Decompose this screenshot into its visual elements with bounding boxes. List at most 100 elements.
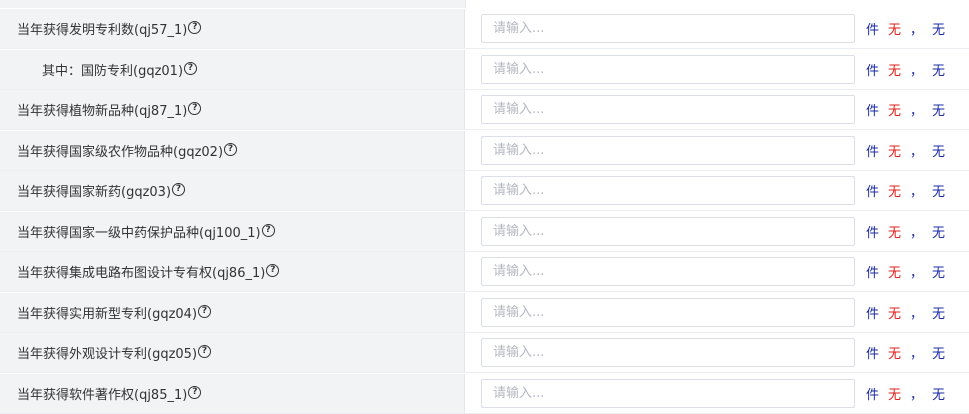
value-input[interactable]: [481, 378, 855, 408]
previous-year-status: 无: [888, 23, 902, 38]
value-input[interactable]: [481, 176, 855, 205]
row-input-cell: 件无，无: [465, 171, 969, 210]
previous-row-stub: [0, 0, 969, 8]
help-question-icon[interactable]: ?: [261, 223, 275, 237]
previous-year-status: 无: [888, 185, 902, 200]
unit-label: 件: [866, 185, 880, 200]
row-label: 其中：国防专利(gqz01): [42, 63, 184, 79]
status-separator: ，: [910, 185, 924, 200]
comparison-status: 无: [932, 347, 946, 362]
value-input[interactable]: [481, 54, 855, 84]
help-question-icon[interactable]: ?: [198, 304, 212, 318]
form-row: 当年获得国家一级中药保护品种(qj100_1)?件无，无: [0, 211, 969, 252]
status-separator: ，: [910, 63, 924, 79]
status-separator: ，: [910, 23, 924, 38]
status-separator: ，: [910, 225, 924, 241]
previous-year-status: 无: [888, 306, 902, 322]
unit-label: 件: [866, 104, 880, 119]
row-label: 当年获得植物新品种(qj87_1): [17, 104, 188, 119]
previous-year-status: 无: [888, 387, 902, 403]
comparison-status: 无: [932, 104, 946, 119]
status-separator: ，: [910, 104, 924, 119]
row-input-cell: 件无，无: [465, 9, 969, 48]
unit-label: 件: [866, 225, 880, 241]
row-label-cell: 当年获得国家一级中药保护品种(qj100_1)?: [0, 211, 465, 251]
row-input-cell: 件无，无: [465, 211, 969, 251]
unit-status-group: 件无，无: [866, 262, 945, 281]
previous-year-status: 无: [888, 225, 902, 241]
form-row: 当年获得发明专利数(qj57_1)?件无，无: [0, 9, 969, 49]
previous-year-status: 无: [888, 266, 902, 281]
unit-label: 件: [866, 347, 880, 362]
row-label-cell: 当年获得国家新药(gqz03)?: [0, 171, 465, 210]
help-question-icon[interactable]: ?: [188, 385, 202, 399]
row-label-cell: 当年获得集成电路布图设计专有权(qj86_1)?: [0, 252, 465, 291]
row-label-cell: 当年获得发明专利数(qj57_1)?: [0, 9, 465, 48]
row-input-cell: 件无，无: [465, 130, 969, 170]
row-label: 当年获得国家级农作物品种(gqz02): [17, 144, 224, 160]
form-row: 当年获得外观设计专利(gqz05)?件无，无: [0, 333, 969, 373]
previous-row-label-cell: [0, 0, 465, 8]
row-label: 当年获得国家一级中药保护品种(qj100_1): [17, 225, 261, 241]
previous-year-status: 无: [888, 104, 902, 119]
form-row: 当年获得国家新药(gqz03)?件无，无: [0, 171, 969, 211]
status-separator: ，: [910, 387, 924, 403]
row-label-cell: 当年获得实用新型专利(gqz04)?: [0, 292, 465, 332]
row-input-cell: 件无，无: [465, 90, 969, 129]
value-input[interactable]: [481, 95, 855, 124]
help-question-icon[interactable]: ?: [224, 142, 238, 156]
unit-label: 件: [866, 306, 880, 322]
form-row: 其中：国防专利(gqz01)?件无，无: [0, 49, 969, 90]
value-input[interactable]: [481, 14, 855, 43]
unit-status-group: 件无，无: [866, 222, 945, 241]
row-input-cell: 件无，无: [465, 333, 969, 372]
unit-status-group: 件无，无: [866, 100, 945, 119]
form-row: 当年获得国家级农作物品种(gqz02)?件无，无: [0, 130, 969, 171]
previous-row-input-cell: [465, 0, 969, 8]
unit-status-group: 件无，无: [866, 343, 945, 362]
row-label-cell: 其中：国防专利(gqz01)?: [0, 49, 465, 89]
comparison-status: 无: [932, 185, 946, 200]
unit-status-group: 件无，无: [866, 181, 945, 200]
status-separator: ，: [910, 306, 924, 322]
value-input[interactable]: [481, 297, 855, 327]
help-question-icon[interactable]: ?: [188, 21, 202, 34]
value-input[interactable]: [481, 135, 855, 165]
comparison-status: 无: [932, 387, 946, 403]
row-label: 当年获得软件著作权(qj85_1): [17, 387, 188, 403]
comparison-status: 无: [932, 225, 946, 241]
help-question-icon[interactable]: ?: [184, 61, 198, 75]
form-row: 当年获得植物新品种(qj87_1)?件无，无: [0, 90, 969, 130]
unit-status-group: 件无，无: [866, 141, 945, 160]
comparison-status: 无: [932, 266, 946, 281]
unit-status-group: 件无，无: [866, 303, 945, 322]
status-separator: ，: [910, 144, 924, 160]
row-label-cell: 当年获得外观设计专利(gqz05)?: [0, 333, 465, 372]
indicator-form-table: 当年获得发明专利数(qj57_1)?件无，无其中：国防专利(gqz01)?件无，…: [0, 0, 969, 414]
help-question-icon[interactable]: ?: [198, 345, 212, 358]
value-input[interactable]: [481, 338, 855, 367]
unit-label: 件: [866, 144, 880, 160]
unit-status-group: 件无，无: [866, 19, 945, 38]
row-label: 当年获得实用新型专利(gqz04): [17, 306, 198, 322]
form-row: 当年获得软件著作权(qj85_1)?件无，无: [0, 373, 969, 414]
previous-year-status: 无: [888, 63, 902, 79]
unit-label: 件: [866, 23, 880, 38]
status-separator: ，: [910, 347, 924, 362]
status-separator: ，: [910, 266, 924, 281]
unit-status-group: 件无，无: [866, 384, 945, 403]
row-label-cell: 当年获得植物新品种(qj87_1)?: [0, 90, 465, 129]
unit-status-group: 件无，无: [866, 60, 945, 79]
help-question-icon[interactable]: ?: [188, 102, 202, 115]
value-input[interactable]: [481, 216, 855, 246]
help-question-icon[interactable]: ?: [172, 183, 186, 196]
comparison-status: 无: [932, 306, 946, 322]
unit-label: 件: [866, 387, 880, 403]
comparison-status: 无: [932, 144, 946, 160]
previous-year-status: 无: [888, 347, 902, 362]
previous-year-status: 无: [888, 144, 902, 160]
row-input-cell: 件无，无: [465, 292, 969, 332]
row-label: 当年获得外观设计专利(gqz05): [17, 347, 198, 362]
value-input[interactable]: [481, 257, 855, 286]
help-question-icon[interactable]: ?: [266, 264, 280, 277]
